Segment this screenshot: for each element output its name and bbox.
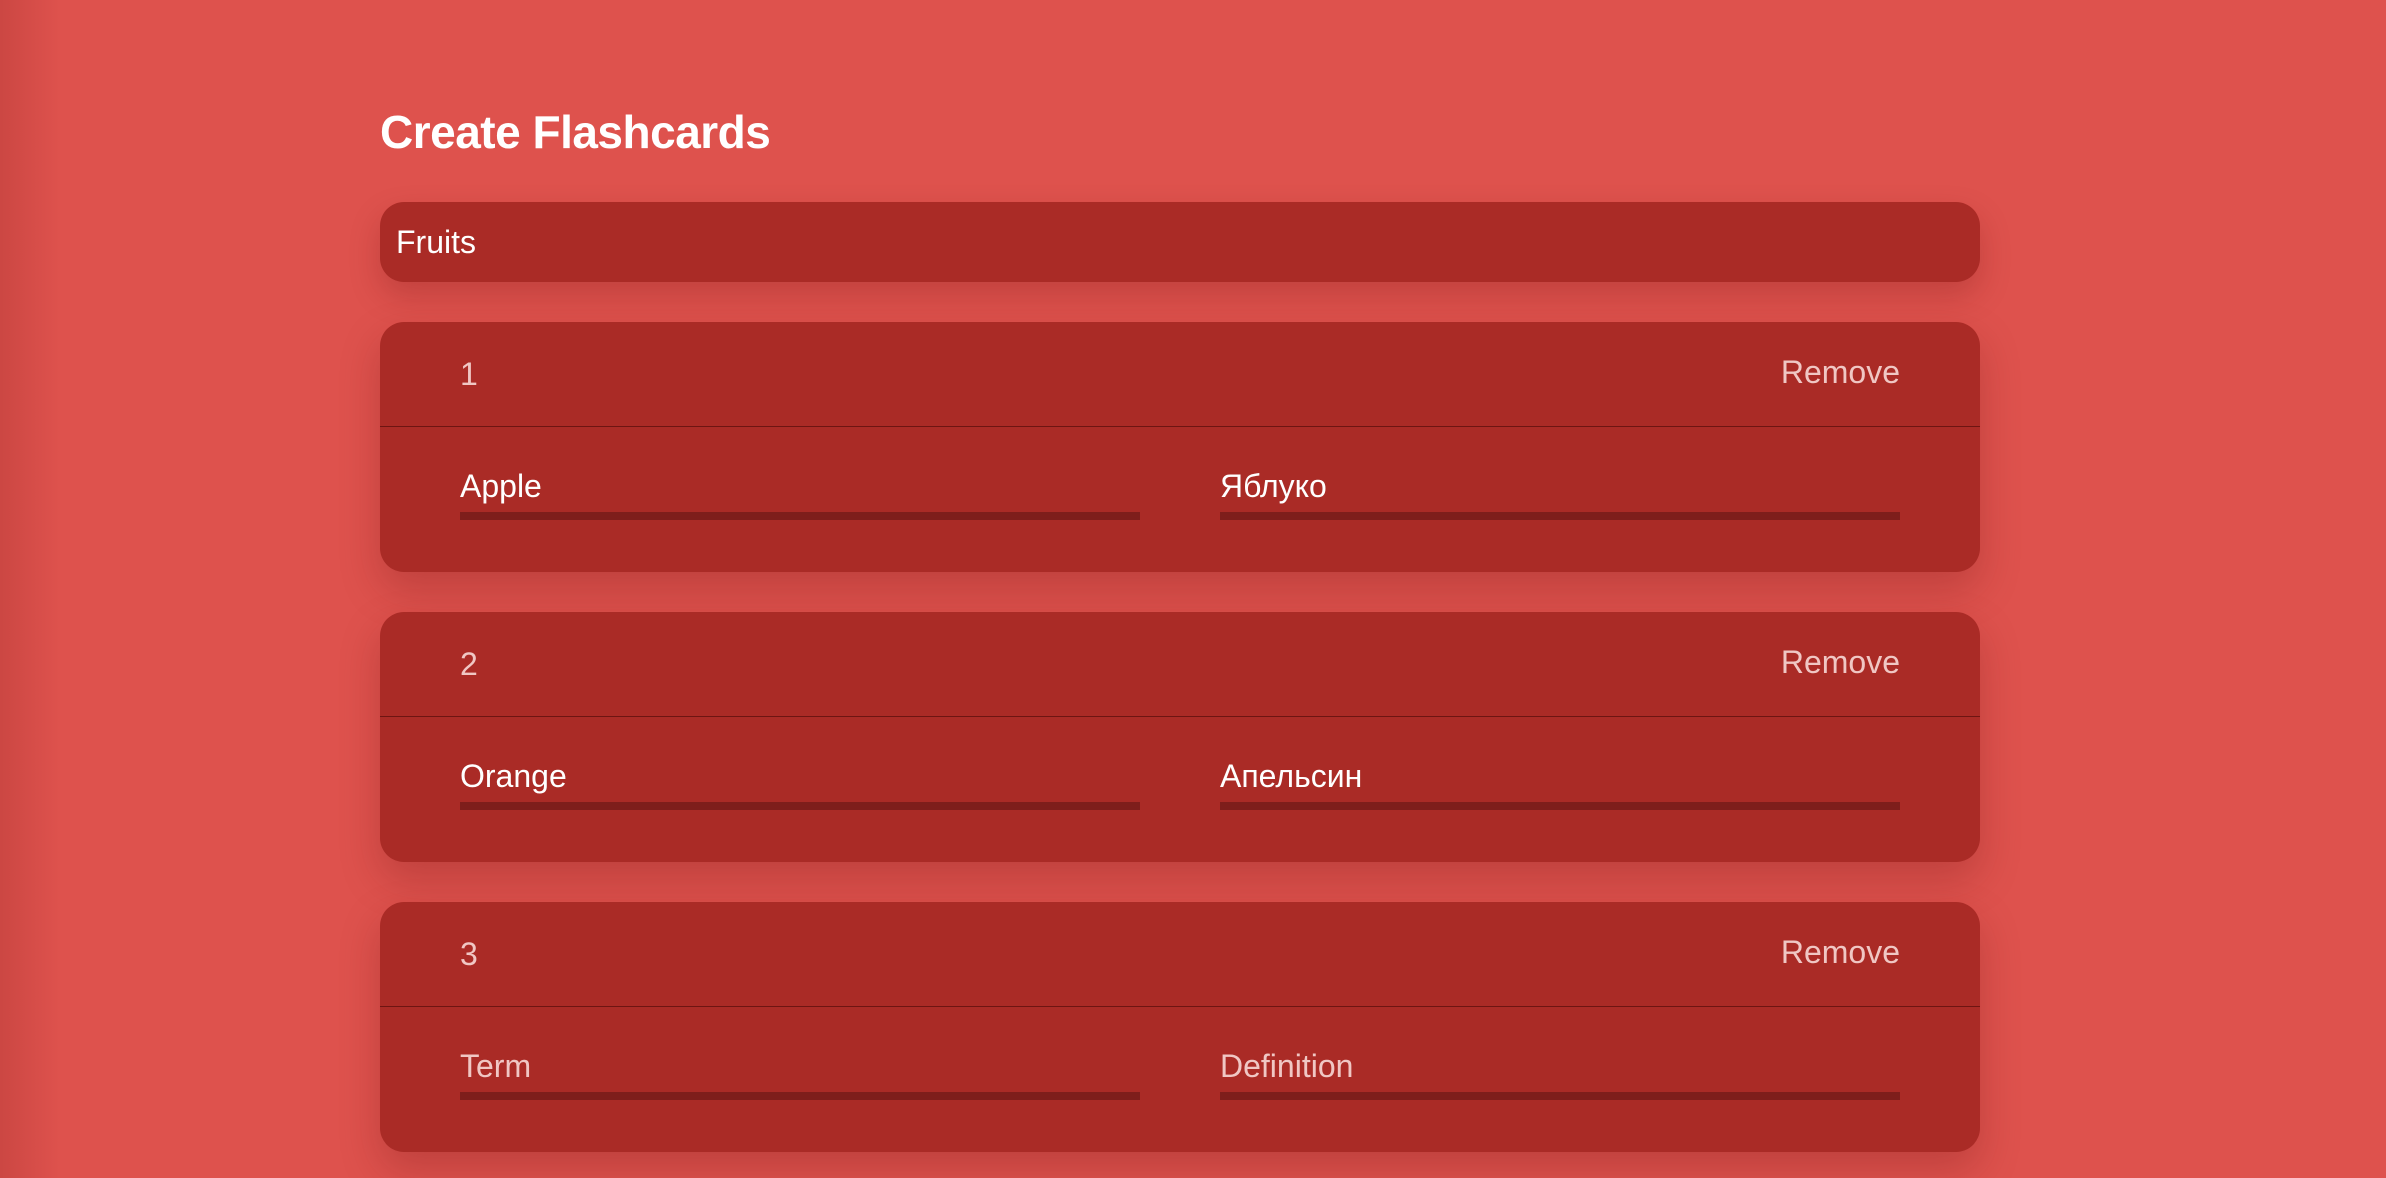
remove-card-button[interactable]: Remove <box>1781 352 1900 392</box>
remove-card-button[interactable]: Remove <box>1781 932 1900 972</box>
definition-field-wrapper <box>1220 1040 1900 1100</box>
card-number: 3 <box>460 936 478 972</box>
flashcard-1: 1 Remove <box>380 322 1980 572</box>
flashcard-2: 2 Remove <box>380 612 1980 862</box>
term-input[interactable] <box>460 460 1140 512</box>
card-header: 1 Remove <box>380 322 1980 427</box>
definition-field-wrapper <box>1220 750 1900 810</box>
definition-input[interactable] <box>1220 750 1900 802</box>
definition-input[interactable] <box>1220 1040 1900 1092</box>
definition-underline <box>1220 802 1900 810</box>
term-field-wrapper <box>460 1040 1140 1100</box>
card-number: 1 <box>460 356 478 392</box>
term-input[interactable] <box>460 750 1140 802</box>
definition-field-wrapper <box>1220 460 1900 520</box>
page-edge-shadow <box>0 0 60 1178</box>
flashcard-3: 3 Remove <box>380 902 1980 1152</box>
remove-card-button[interactable]: Remove <box>1781 642 1900 682</box>
definition-underline <box>1220 512 1900 520</box>
term-field-wrapper <box>460 750 1140 810</box>
term-input[interactable] <box>460 1040 1140 1092</box>
term-underline <box>460 512 1140 520</box>
page-title: Create Flashcards <box>380 106 771 158</box>
card-header: 2 Remove <box>380 612 1980 717</box>
term-field-wrapper <box>460 460 1140 520</box>
card-number: 2 <box>460 646 478 682</box>
definition-underline <box>1220 1092 1900 1100</box>
term-underline <box>460 802 1140 810</box>
card-header: 3 Remove <box>380 902 1980 1007</box>
definition-input[interactable] <box>1220 460 1900 512</box>
term-underline <box>460 1092 1140 1100</box>
deck-title-input[interactable] <box>380 202 1980 282</box>
